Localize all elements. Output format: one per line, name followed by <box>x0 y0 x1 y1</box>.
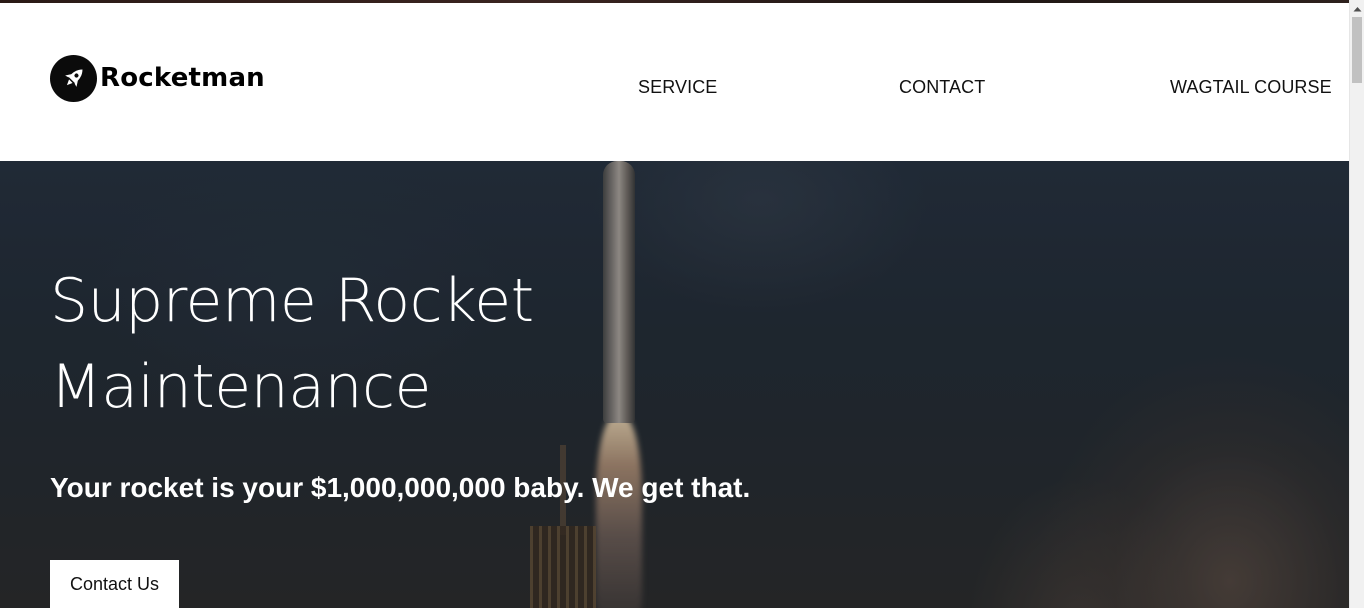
hero-title: Supreme Rocket Maintenance <box>50 258 670 430</box>
logo-text: Rocketman <box>100 63 265 93</box>
scroll-up-arrow-icon[interactable] <box>1350 0 1364 17</box>
hero-title-line-1: Supreme Rocket <box>50 266 534 336</box>
hero-section: Supreme Rocket Maintenance Your rocket i… <box>0 161 1349 608</box>
scrollbar-thumb[interactable] <box>1352 17 1362 83</box>
site-header: Rocketman SERVICE CONTACT WAGTAIL COURSE <box>0 3 1349 161</box>
hero-subtitle: Your rocket is your $1,000,000,000 baby.… <box>50 472 751 503</box>
nav-link-wagtail-course[interactable]: WAGTAIL COURSE <box>1170 77 1332 98</box>
nav-link-service[interactable]: SERVICE <box>638 77 717 98</box>
hero-title-line-2: Maintenance <box>50 352 431 422</box>
page: Rocketman SERVICE CONTACT WAGTAIL COURSE… <box>0 0 1364 608</box>
contact-us-button[interactable]: Contact Us <box>50 560 179 608</box>
rocket-icon <box>50 54 97 102</box>
logo-link[interactable]: Rocketman <box>50 54 265 102</box>
nav-link-contact[interactable]: CONTACT <box>899 77 985 98</box>
vertical-scrollbar[interactable] <box>1349 0 1364 608</box>
